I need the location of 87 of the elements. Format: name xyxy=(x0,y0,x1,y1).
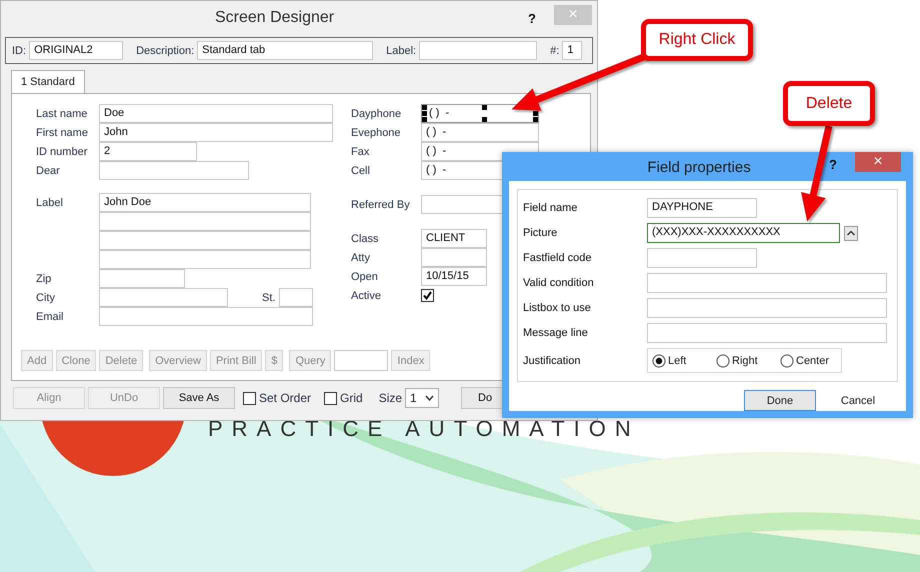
input-field[interactable]: CLIENT xyxy=(421,229,487,248)
field-label: Label: xyxy=(386,44,416,56)
field-label: Valid condition xyxy=(523,277,595,289)
radio-option[interactable]: Right xyxy=(716,354,772,368)
field-label: #: xyxy=(550,44,560,56)
input-field[interactable] xyxy=(99,250,311,269)
field-label: Atty xyxy=(351,252,371,264)
field-label: Dear xyxy=(36,164,61,176)
field-label: Dayphone xyxy=(351,108,402,120)
input-field[interactable]: John Doe xyxy=(99,193,311,212)
field-label: Label xyxy=(36,196,64,208)
field-label: Field name xyxy=(523,202,578,214)
radio-button[interactable] xyxy=(652,354,666,368)
dialog-title: Field properties xyxy=(646,158,752,176)
field-label: Listbox to use xyxy=(523,302,592,314)
radio-button[interactable] xyxy=(780,354,794,368)
input-field[interactable] xyxy=(99,231,311,250)
field-label: Referred By xyxy=(351,198,411,210)
input-field[interactable] xyxy=(421,248,487,267)
input-field[interactable]: 2 xyxy=(99,142,197,161)
input-field[interactable] xyxy=(99,269,185,288)
field-label: Class xyxy=(351,232,380,244)
radio-label: Right xyxy=(732,354,758,366)
field-label: Message line xyxy=(523,327,589,339)
checkbox-label: Grid xyxy=(340,391,363,405)
size-dropdown[interactable]: 1 xyxy=(405,388,440,408)
field-label: Active xyxy=(351,290,382,302)
field-label: City xyxy=(36,292,56,304)
radio-option[interactable]: Center xyxy=(780,354,836,368)
input-field[interactable]: Doe xyxy=(99,104,333,123)
checkbox[interactable] xyxy=(243,392,256,404)
window-title: Screen Designer xyxy=(214,9,336,27)
radio-option[interactable]: Left xyxy=(652,354,708,368)
query-field[interactable] xyxy=(334,350,388,371)
caret-icon xyxy=(425,395,434,401)
designer-button[interactable]: Save As xyxy=(163,387,235,409)
radio-button[interactable] xyxy=(716,354,730,368)
input-field[interactable] xyxy=(647,298,887,318)
up-arrow-button[interactable] xyxy=(844,226,858,240)
input-field[interactable] xyxy=(647,323,887,343)
input-field[interactable]: Standard tab xyxy=(197,41,374,60)
input-field[interactable] xyxy=(99,212,311,231)
field-label: Fax xyxy=(351,146,370,158)
field-label: Cell xyxy=(351,164,371,176)
input-field[interactable] xyxy=(647,273,887,293)
input-field[interactable]: John xyxy=(99,123,333,142)
input-field[interactable] xyxy=(279,288,314,307)
input-field[interactable] xyxy=(99,288,228,307)
brand-tagline: PRACTICE AUTOMATION xyxy=(208,416,640,442)
checkbox[interactable] xyxy=(324,392,338,404)
input-field[interactable] xyxy=(99,307,313,326)
field-label: Open xyxy=(351,270,379,282)
input-field[interactable] xyxy=(99,161,249,180)
radio-label: Left xyxy=(668,354,686,366)
field-label: ID: xyxy=(12,44,26,56)
input-field[interactable] xyxy=(647,248,757,268)
input-field[interactable]: ( ) - xyxy=(421,123,539,142)
dialog-button[interactable]: Cancel xyxy=(822,390,894,411)
help-button[interactable]: ? xyxy=(528,10,536,26)
radio-label: Center xyxy=(796,354,830,366)
field-label: First name xyxy=(36,126,89,138)
field-label: Picture xyxy=(523,227,558,239)
field-label: Justification xyxy=(523,354,582,366)
checkbox[interactable] xyxy=(421,289,434,302)
dialog-button[interactable]: Done xyxy=(744,390,816,411)
size-label: Size xyxy=(378,391,402,405)
callout: Delete xyxy=(783,81,875,126)
field-label: Last name xyxy=(36,108,88,120)
field-label: ID number xyxy=(36,146,88,158)
field-label: Description: xyxy=(136,44,194,56)
field-label: Evephone xyxy=(351,126,402,138)
input-field[interactable]: 10/15/15 xyxy=(421,267,487,286)
input-field[interactable] xyxy=(419,41,538,60)
input-field[interactable]: ORIGINAL2 xyxy=(29,41,124,60)
close-button[interactable]: × xyxy=(855,152,901,172)
field-label: Email xyxy=(36,310,65,322)
input-field[interactable]: 1 xyxy=(562,41,582,60)
input-field[interactable]: (XXX)XXX-XXXXXXXXXX xyxy=(647,223,840,243)
field-label: Fastfield code xyxy=(523,252,592,264)
tab[interactable]: 1 Standard xyxy=(11,70,85,93)
field-label: Zip xyxy=(36,272,52,284)
checkbox-label: Set Order xyxy=(259,391,312,405)
help-button[interactable]: ? xyxy=(829,157,837,172)
input-field[interactable]: ( ) - xyxy=(421,104,539,123)
callout: Right Click xyxy=(641,19,753,61)
input-field[interactable]: DAYPHONE xyxy=(647,198,757,218)
field-label: St. xyxy=(262,292,276,304)
